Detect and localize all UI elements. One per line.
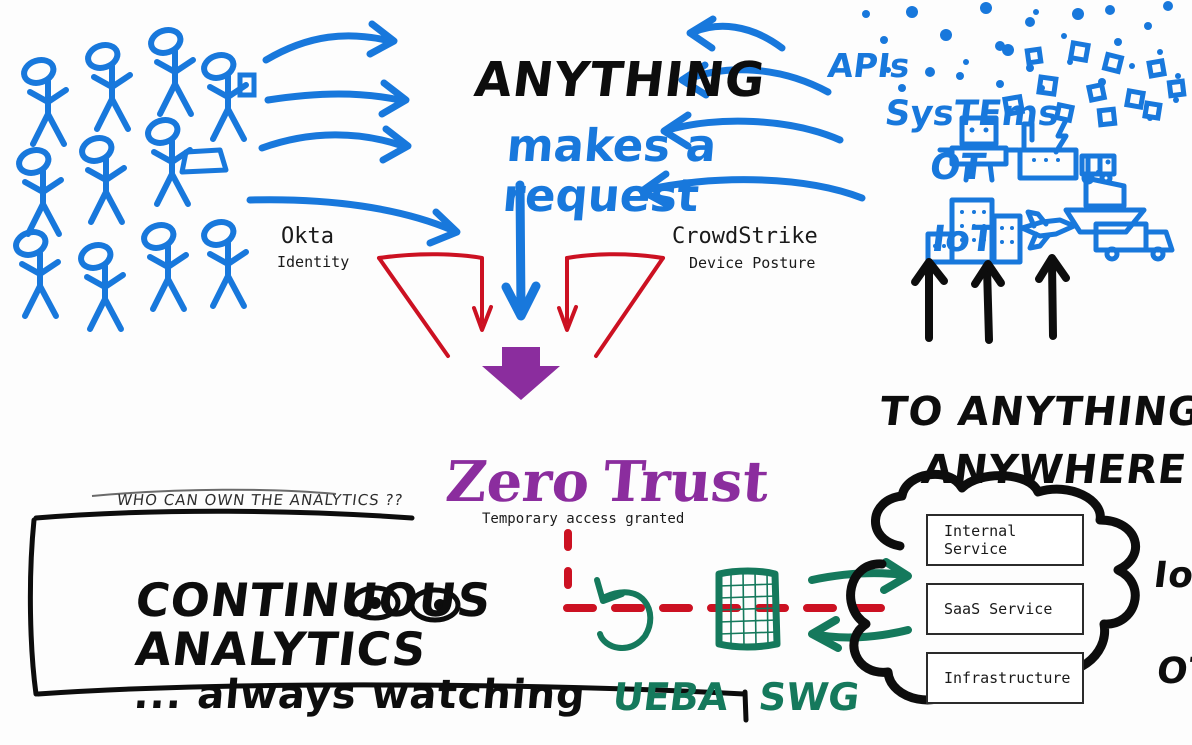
zero-trust-word-trust: Trust: [600, 449, 772, 515]
swg-gateway-icon: [715, 567, 781, 651]
zero-trust-arrow: [482, 347, 560, 400]
stick-figure: [141, 221, 186, 309]
temporary-access-label: Temporary access granted: [482, 511, 685, 527]
cloud-tag-ot: OT: [1154, 651, 1192, 692]
stick-figure-with-laptop: [145, 116, 229, 204]
ueba-label: UEBA: [610, 675, 731, 719]
crowdstrike-label: CrowdStrike: [672, 224, 818, 249]
service-box-saas[interactable]: SaaS Service: [926, 583, 1084, 635]
service-box-infrastructure[interactable]: Infrastructure: [926, 652, 1084, 704]
stick-figure: [201, 218, 246, 306]
cloud-tag-iot: IoT: [1151, 555, 1192, 596]
service-box-infrastructure-label: Infrastructure: [944, 669, 1071, 687]
stick-figure: [148, 26, 193, 114]
service-box-internal[interactable]: Internal Service: [926, 514, 1084, 566]
stick-figure: [79, 134, 124, 222]
stick-figure-with-phone: [201, 51, 257, 139]
service-box-saas-label: SaaS Service: [944, 600, 1053, 618]
stick-figure-crowd: [13, 26, 257, 329]
zero-trust-word-zero: Zero: [443, 449, 593, 515]
stick-figure: [16, 146, 61, 234]
okta-label: Okta: [281, 224, 334, 249]
stick-figure: [85, 41, 130, 129]
whiteboard-canvas: ANYTHING makes a request Okta Identity C…: [0, 0, 1192, 745]
service-box-internal-label: Internal Service: [944, 522, 1017, 558]
ueba-loop-icon: [594, 577, 654, 651]
airplane-icon: [1019, 209, 1077, 251]
swg-label: SWG: [756, 675, 863, 719]
stick-figure: [78, 241, 123, 329]
crowdstrike-sublabel: Device Posture: [689, 254, 816, 272]
analytics-line-3: ... always watching: [131, 672, 588, 718]
stick-figure: [13, 228, 58, 316]
okta-sublabel: Identity: [277, 253, 350, 271]
truck-icon: [1093, 221, 1175, 262]
headline-request: request: [500, 169, 701, 222]
analytics-question: WHO CAN OWN THE ANALYTICS ??: [116, 491, 405, 509]
source-label-iot: IoT: [929, 219, 998, 260]
destination-line-2: ANYWHERE: [918, 447, 1189, 493]
stick-figure: [21, 56, 66, 144]
